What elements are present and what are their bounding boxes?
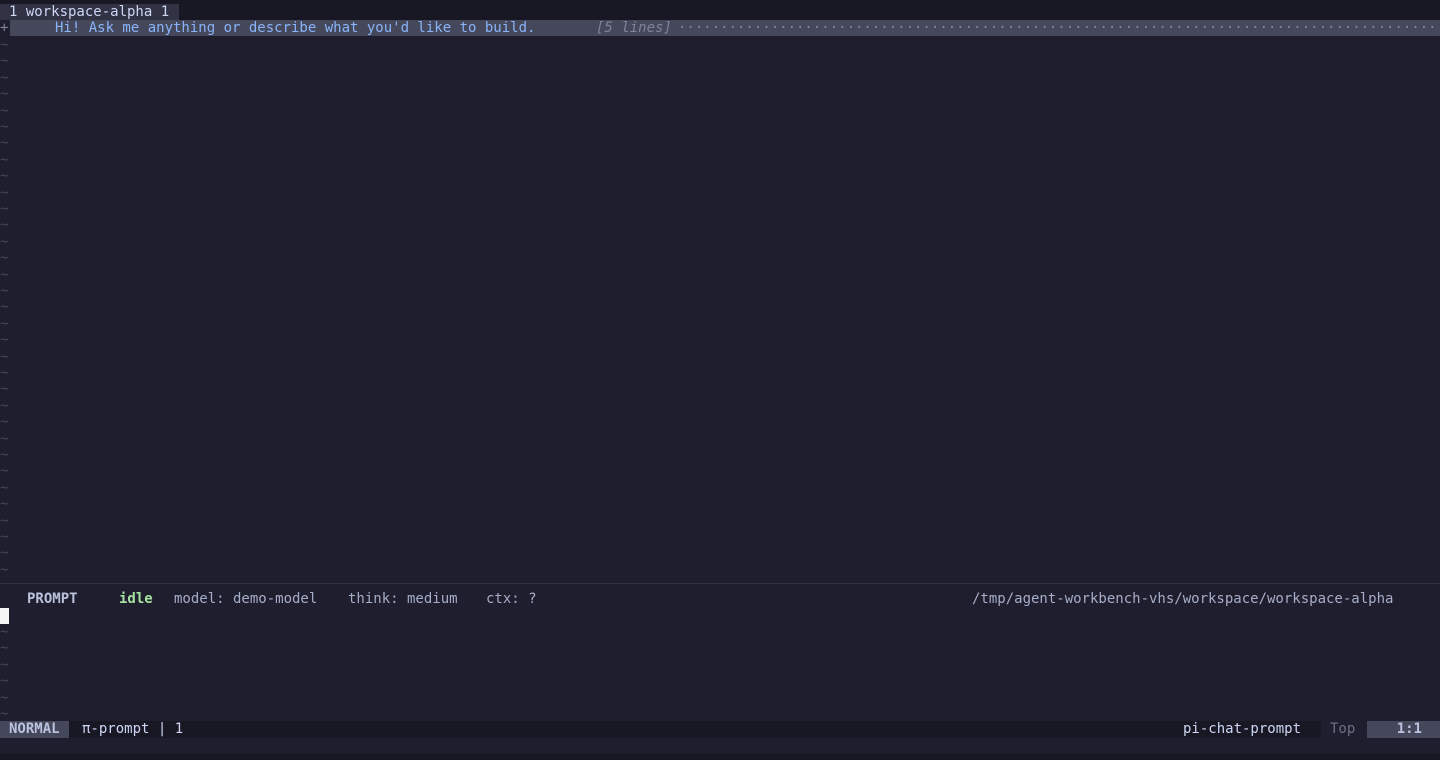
empty-line-marker: ~: [0, 430, 9, 447]
filetype-label: pi-chat-prompt: [1183, 721, 1302, 737]
empty-line-marker: ~: [0, 69, 9, 86]
empty-line-marker: ~: [0, 673, 9, 690]
tab-workspace-alpha[interactable]: 1 workspace-alpha 1: [0, 4, 180, 20]
buffer-name: π-prompt | 1: [82, 721, 184, 737]
empty-line-marker: ~: [0, 561, 9, 578]
empty-line-marker: ~: [0, 348, 9, 365]
empty-line-marker: ~: [0, 463, 9, 480]
empty-line-marker: ~: [0, 512, 9, 529]
empty-line-marker: ~: [0, 447, 9, 463]
empty-line-marker: ~: [0, 299, 9, 316]
empty-line-marker: ~: [0, 706, 9, 722]
workspace-path: /tmp/agent-workbench-vhs/workspace/works…: [972, 591, 1394, 607]
cursor-location: 1:1: [1367, 721, 1440, 738]
empty-line-marker: ~: [0, 414, 9, 431]
empty-line-marker: ~: [0, 86, 9, 103]
fold-filler: ········································…: [678, 20, 1440, 36]
fold-sign: +: [0, 20, 10, 36]
empty-line-marker: ~: [0, 624, 9, 640]
empty-line-marker: ~: [0, 37, 9, 53]
assistant-greeting: Hi! Ask me anything or describe what you…: [55, 20, 536, 36]
empty-line-marker: ~: [0, 250, 9, 267]
empty-line-marker: ~: [0, 332, 9, 349]
chat-message-fold[interactable]: + Hi! Ask me anything or describe what y…: [0, 20, 1440, 36]
empty-line-marker: ~: [0, 283, 9, 299]
fold-line-count: [5 lines]: [596, 20, 672, 36]
empty-line-marker: ~: [0, 479, 9, 496]
text-cursor[interactable]: [0, 608, 9, 624]
bottom-strip: [0, 754, 1440, 760]
empty-line-marker: ~: [0, 381, 9, 398]
empty-line-marker: ~: [0, 53, 9, 70]
empty-line-marker: ~: [0, 168, 9, 185]
vim-mode: NORMAL: [0, 721, 69, 738]
empty-line-marker: ~: [0, 640, 9, 657]
empty-line-marker: ~: [0, 397, 9, 414]
agent-status: idle: [119, 591, 153, 607]
empty-line-marker: ~: [0, 151, 9, 168]
statusline: NORMAL π-prompt | 1 pi-chat-prompt Top 1…: [0, 721, 1440, 738]
empty-line-marker: ~: [0, 689, 9, 706]
empty-line-marker: ~: [0, 184, 9, 201]
prompt-winbar: PROMPT idle model: demo-model think: med…: [0, 590, 1440, 608]
ctx-label: ctx: ?: [486, 591, 537, 607]
empty-line-marker: ~: [0, 266, 9, 283]
empty-line-marker: ~: [0, 529, 9, 545]
empty-line-marker: ~: [0, 119, 9, 135]
empty-line-marker: ~: [0, 233, 9, 250]
empty-line-marker: ~: [0, 135, 9, 152]
empty-line-marker: ~: [0, 545, 9, 562]
empty-line-marker: ~: [0, 217, 9, 234]
empty-line-marker: ~: [0, 496, 9, 513]
scroll-position: Top: [1330, 721, 1356, 737]
editor-screen: 1 workspace-alpha 1 + Hi! Ask me anythin…: [0, 0, 1440, 760]
window-separator: [0, 583, 1440, 584]
empty-line-marker: ~: [0, 201, 9, 217]
prompt-mode-label: PROMPT: [27, 591, 78, 607]
tabline: 1 workspace-alpha 1: [0, 0, 1440, 20]
empty-line-marker: ~: [0, 102, 9, 119]
model-label: model: demo-model: [174, 591, 318, 607]
think-label: think: medium: [348, 591, 458, 607]
empty-line-marker: ~: [0, 656, 9, 673]
empty-line-marker: ~: [0, 365, 9, 381]
empty-line-marker: ~: [0, 315, 9, 332]
